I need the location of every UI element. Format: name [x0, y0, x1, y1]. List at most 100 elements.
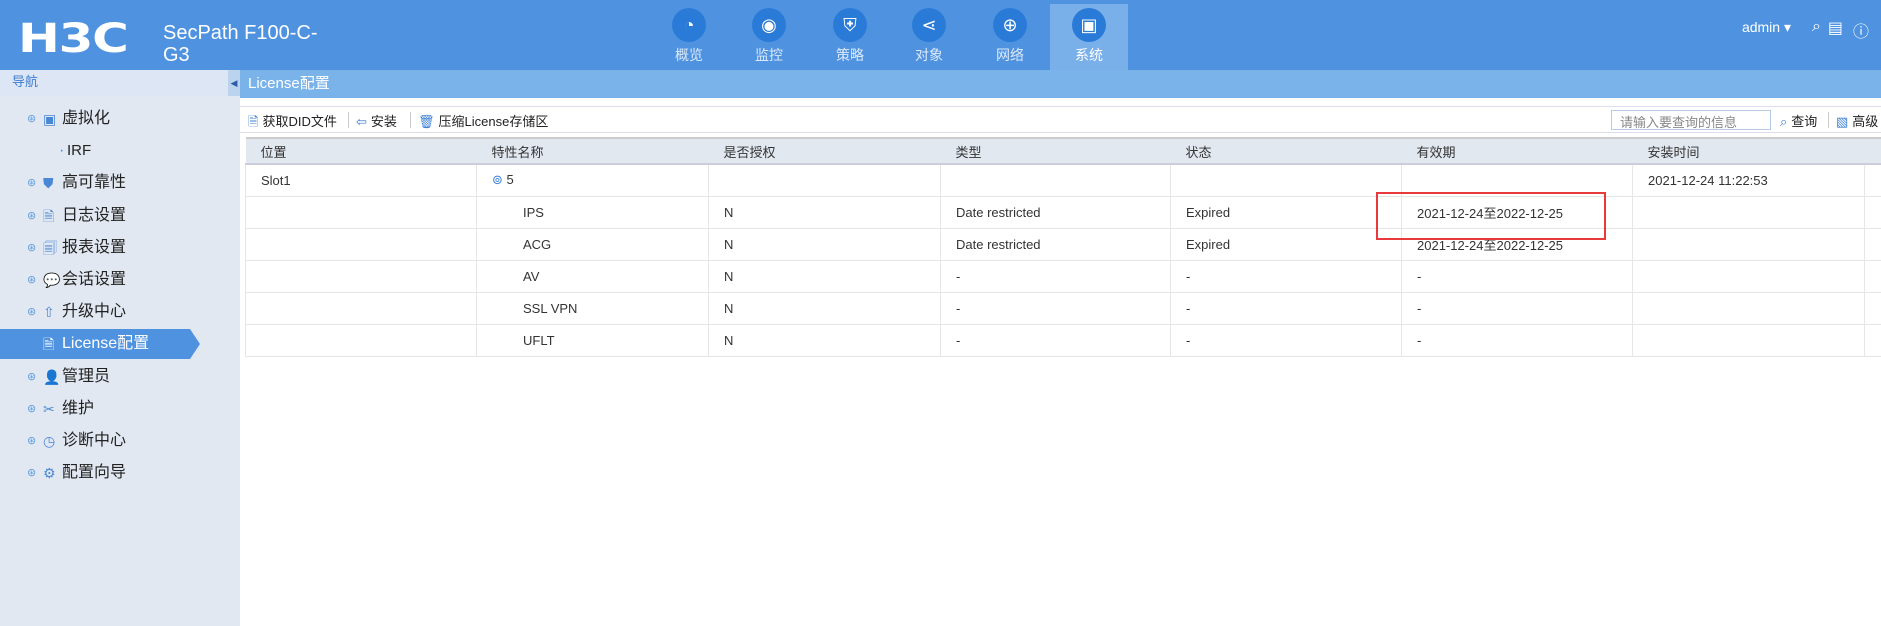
sidebar-item[interactable]: · IRF: [0, 136, 240, 166]
gauge-icon: ◔: [672, 8, 706, 42]
table-cell: [245, 195, 477, 229]
tab-monitor[interactable]: ◉ 监控: [730, 4, 808, 70]
table-cell: Expired: [1170, 227, 1402, 261]
table-cell: ⋮: [1864, 323, 1881, 357]
user-menu[interactable]: admin ▾: [1742, 19, 1791, 36]
cell-text: -: [1186, 300, 1191, 316]
sidebar-item[interactable]: ⊛ 🗐 报表设置: [0, 233, 240, 263]
table-row[interactable]: IPS N Date restricted Expired 2021-12-24至202…: [245, 195, 1881, 229]
tab-label: 网络: [996, 47, 1024, 63]
username: admin: [1741, 19, 1781, 35]
bullet-icon: ·: [59, 142, 65, 160]
search-input[interactable]: 请输入要查询的信息: [1611, 110, 1771, 130]
menu-icon: 🗎: [43, 336, 55, 353]
cell-text: N: [724, 268, 734, 284]
collapse-sidebar-button[interactable]: ◀: [228, 70, 240, 96]
webcam-icon: ◉: [752, 8, 786, 42]
expand-icon: ⊛: [27, 402, 37, 415]
sidebar-item[interactable]: ⊛ 💬 会话设置: [0, 265, 240, 295]
column-header[interactable]: 安装时间: [1632, 137, 1865, 165]
help-icon[interactable]: ⓘ: [1853, 18, 1869, 42]
expand-icon: ⊛: [27, 435, 37, 447]
sidebar-item[interactable]: ⊛ ⚙ 配置向导: [0, 458, 240, 488]
sidebar-item[interactable]: ⊛ ✂ 维护: [0, 394, 240, 424]
tab-network[interactable]: ⊕ 网络: [971, 4, 1049, 70]
table-cell: -: [1401, 259, 1633, 293]
expand-icon: ⊛: [27, 274, 37, 286]
search-icon: ⌕: [1780, 114, 1788, 129]
table-cell: 2021-12-24 11:22:53: [1632, 163, 1865, 197]
page-title: License配置: [240, 70, 1881, 98]
table-cell: ⊚ 5: [476, 163, 709, 197]
sidebar-item-label: License配置: [62, 335, 150, 353]
menu-icon: ⇧: [43, 304, 55, 321]
get-did-button[interactable]: 🗎 获取DID文件: [248, 111, 337, 135]
column-header[interactable]: 状态: [1170, 137, 1402, 165]
install-icon: ⇦: [356, 114, 367, 129]
search-icon[interactable]: ⌕: [1812, 18, 1821, 36]
cell-text: N: [724, 236, 734, 252]
table-cell: ⋮: [1864, 227, 1881, 261]
column-header[interactable]: 类型: [940, 137, 1171, 165]
table-cell: -: [940, 259, 1171, 293]
cell-text: 2021-12-24 11:22:53: [1648, 172, 1768, 188]
table-cell: Slot1: [245, 163, 477, 197]
file-icon: 🗎: [248, 114, 259, 129]
sidebar-item[interactable]: 🗎 License配置: [0, 329, 200, 360]
cell-text: N: [724, 300, 734, 316]
cell-text: Expired: [1186, 236, 1231, 252]
cell-text: -: [1186, 268, 1191, 284]
column-header: [1864, 137, 1881, 165]
sidebar-item[interactable]: ⊛ ⛊ 高可靠性: [0, 168, 240, 198]
table-cell: Date restricted: [940, 227, 1171, 261]
top-header: H3C SecPath F100-C-G3 ◔ 概览 ◉ 监控 ⛨ 策略 ⋖ 对象 ⊕ 网…: [0, 0, 1881, 70]
tab-overview[interactable]: ◔ 概览: [650, 4, 728, 70]
table-cell: [245, 323, 477, 357]
column-header[interactable]: 特性名称: [476, 137, 709, 165]
collapse-group-icon[interactable]: ⊚: [492, 172, 503, 187]
sidebar-item[interactable]: ⊛ 🗎 日志设置: [0, 201, 240, 231]
column-header[interactable]: 是否授权: [708, 137, 941, 165]
advanced-search-button[interactable]: ▧ 高级: [1836, 111, 1878, 130]
table-row[interactable]: ACG N Date restricted Expired 2021-12-24至202…: [245, 227, 1881, 261]
sidebar-item-label: 日志设置: [62, 206, 127, 224]
tab-label: 系统: [1075, 47, 1103, 63]
cell-text: -: [1417, 300, 1422, 316]
table-cell: [940, 163, 1171, 197]
cell-text: UFLT: [523, 332, 555, 348]
sidebar-item-label: 报表设置: [62, 238, 127, 256]
tab-object[interactable]: ⋖ 对象: [890, 4, 968, 70]
table-cell: [1632, 291, 1865, 325]
table-cell: UFLT: [476, 323, 709, 357]
install-button[interactable]: ⇦ 安装: [356, 111, 397, 130]
sidebar-item-label: 配置向导: [62, 464, 127, 482]
table-row[interactable]: UFLT N - - - ⋮: [245, 323, 1881, 357]
share-icon: ⋖: [912, 8, 946, 42]
save-icon[interactable]: ▤: [1828, 18, 1843, 38]
tab-policy[interactable]: ⛨ 策略: [811, 4, 889, 70]
cell-text: Date restricted: [956, 204, 1041, 220]
cell-text: N: [724, 332, 734, 348]
menu-icon: ⛊: [43, 175, 54, 192]
column-header[interactable]: 有效期: [1401, 137, 1633, 165]
sidebar-item[interactable]: ⊛ 👤 管理员: [0, 362, 240, 392]
table-row[interactable]: Slot1 ⊚ 5 2021-12-24 11:22:53: [245, 163, 1881, 197]
advanced-search-icon: ▧: [1836, 114, 1849, 129]
cell-text: -: [956, 332, 961, 348]
table-row[interactable]: AV N - - - ⋮: [245, 259, 1881, 293]
table-cell: -: [1170, 291, 1402, 325]
compress-storage-button[interactable]: 🗑 压缩License存储区: [418, 111, 548, 130]
cell-text: Slot1: [261, 172, 291, 188]
sidebar-item[interactable]: ⊛ ▣ 虚拟化: [0, 104, 240, 134]
tab-label: 策略: [836, 47, 864, 63]
sidebar-item[interactable]: ⊛ ⇧ 升级中心: [0, 297, 240, 327]
column-header[interactable]: 位置: [245, 137, 477, 165]
query-button[interactable]: ⌕ 查询: [1780, 111, 1817, 130]
sidebar-item[interactable]: ⊛ ◷ 诊断中心: [0, 426, 240, 456]
table-cell: -: [1170, 259, 1402, 293]
table-cell: -: [1401, 291, 1633, 325]
table-cell: -: [1401, 323, 1633, 357]
table-row[interactable]: SSL VPN N - - - ⋮: [245, 291, 1881, 325]
tab-system[interactable]: ▣ 系统: [1050, 4, 1128, 70]
sidebar-item-label: 升级中心: [62, 303, 127, 321]
